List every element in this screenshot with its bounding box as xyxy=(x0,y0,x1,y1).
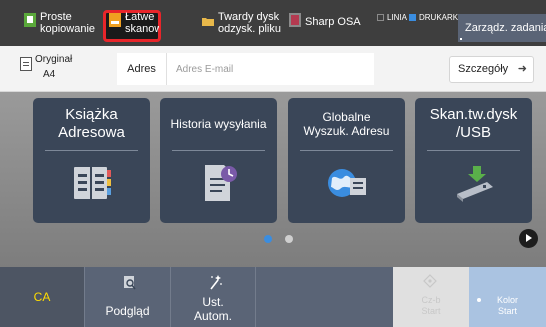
send-history-icon xyxy=(205,165,237,201)
details-label: Szczegóły xyxy=(458,63,509,75)
clear-all-label: CA xyxy=(33,290,51,304)
original-document-icon xyxy=(20,57,32,71)
color-start-button[interactable]: Kolor Start xyxy=(469,267,546,327)
job-status-label: Zarządz. zadaniami xyxy=(465,22,546,34)
bw-start-button[interactable]: Cz-b Start xyxy=(393,267,469,327)
printer-status: DRUKARKA xyxy=(409,13,463,22)
arrow-right-icon: ➜ xyxy=(517,63,527,75)
line-status: LINIA xyxy=(377,13,407,22)
tile-global-address-search[interactable]: Globalne Wyszuk. Adresu xyxy=(288,98,405,223)
address-book-icon xyxy=(74,167,111,199)
shortcut-hdd-retrieve[interactable]: Twardy dysk odzysk. pliku xyxy=(202,9,284,41)
shortcut-hdd-retrieve-label: Twardy dysk odzysk. pliku xyxy=(218,11,281,35)
tile-divider xyxy=(172,150,265,151)
start-diamond-icon xyxy=(423,274,437,288)
tile-scan-to-usb-title: Skan.tw.dysk /USB xyxy=(429,106,518,141)
email-address-input[interactable] xyxy=(167,53,374,85)
job-status-dot xyxy=(460,38,462,40)
folder-icon xyxy=(202,18,214,26)
line-status-indicator xyxy=(377,14,384,21)
line-status-label: LINIA xyxy=(387,13,408,22)
magic-wand-icon xyxy=(210,275,222,290)
shortcut-simple-copy-label: Proste kopiowanie xyxy=(40,11,96,35)
printer-status-label: DRUKARKA xyxy=(419,13,464,22)
page-dot-current[interactable] xyxy=(264,235,272,243)
tile-divider xyxy=(427,150,520,151)
tile-address-book-title: Książka Adresowa xyxy=(58,106,125,141)
destination-tiles-area: Książka Adresowa Historia wysyłania Glob… xyxy=(0,92,546,267)
bottom-action-bar: CA Podgląd Ust. Autom. Cz-b Start Kolor … xyxy=(0,267,546,327)
auto-set-label: Ust. Autom. xyxy=(193,295,232,324)
printer-status-indicator xyxy=(409,14,416,21)
tile-divider xyxy=(300,150,393,151)
scan-to-usb-icon xyxy=(457,166,493,202)
tile-scan-to-usb[interactable]: Skan.tw.dysk /USB xyxy=(415,98,532,223)
preview-button[interactable]: Podgląd xyxy=(84,267,170,327)
tile-divider xyxy=(45,150,138,151)
shortcut-easy-scan-label: Łatwe skanowanie xyxy=(125,11,159,35)
auto-set-button[interactable]: Ust. Autom. xyxy=(170,267,256,327)
osa-icon xyxy=(289,13,301,27)
shortcut-easy-scan[interactable]: Łatwe skanowanie xyxy=(109,9,159,41)
tile-address-book[interactable]: Książka Adresowa xyxy=(33,98,150,223)
tile-send-history[interactable]: Historia wysyłania xyxy=(160,98,277,223)
easy-scan-icon xyxy=(109,13,121,27)
copy-icon xyxy=(24,13,36,27)
shortcut-simple-copy[interactable]: Proste kopiowanie xyxy=(24,9,96,41)
global-search-icon xyxy=(328,169,366,197)
clear-all-button[interactable]: CA xyxy=(0,267,84,327)
preview-label: Podgląd xyxy=(105,304,150,318)
tile-global-address-search-title: Globalne Wyszuk. Adresu xyxy=(303,109,390,138)
shortcut-sharp-osa[interactable]: Sharp OSA xyxy=(289,9,365,41)
details-button[interactable]: Szczegóły ➜ xyxy=(449,56,534,83)
color-start-label: Kolor Start xyxy=(496,295,518,316)
original-size: A4 xyxy=(43,69,56,80)
shortcut-sharp-osa-label: Sharp OSA xyxy=(305,16,361,28)
address-label: Adres xyxy=(117,53,167,85)
top-shortcut-bar: Proste kopiowanie Łatwe skanowanie Tward… xyxy=(0,0,546,46)
bw-start-label: Cz-b Start xyxy=(421,295,441,316)
page-dot[interactable] xyxy=(285,235,293,243)
job-status-button[interactable]: Zarządz. zadaniami xyxy=(458,14,546,42)
scan-settings-bar: Oryginał A4 Adres Szczegóły ➜ xyxy=(0,46,546,92)
tile-send-history-title: Historia wysyłania xyxy=(170,116,267,131)
next-page-button[interactable] xyxy=(519,229,538,248)
preview-icon xyxy=(124,276,136,290)
original-label[interactable]: Oryginał xyxy=(35,54,72,65)
